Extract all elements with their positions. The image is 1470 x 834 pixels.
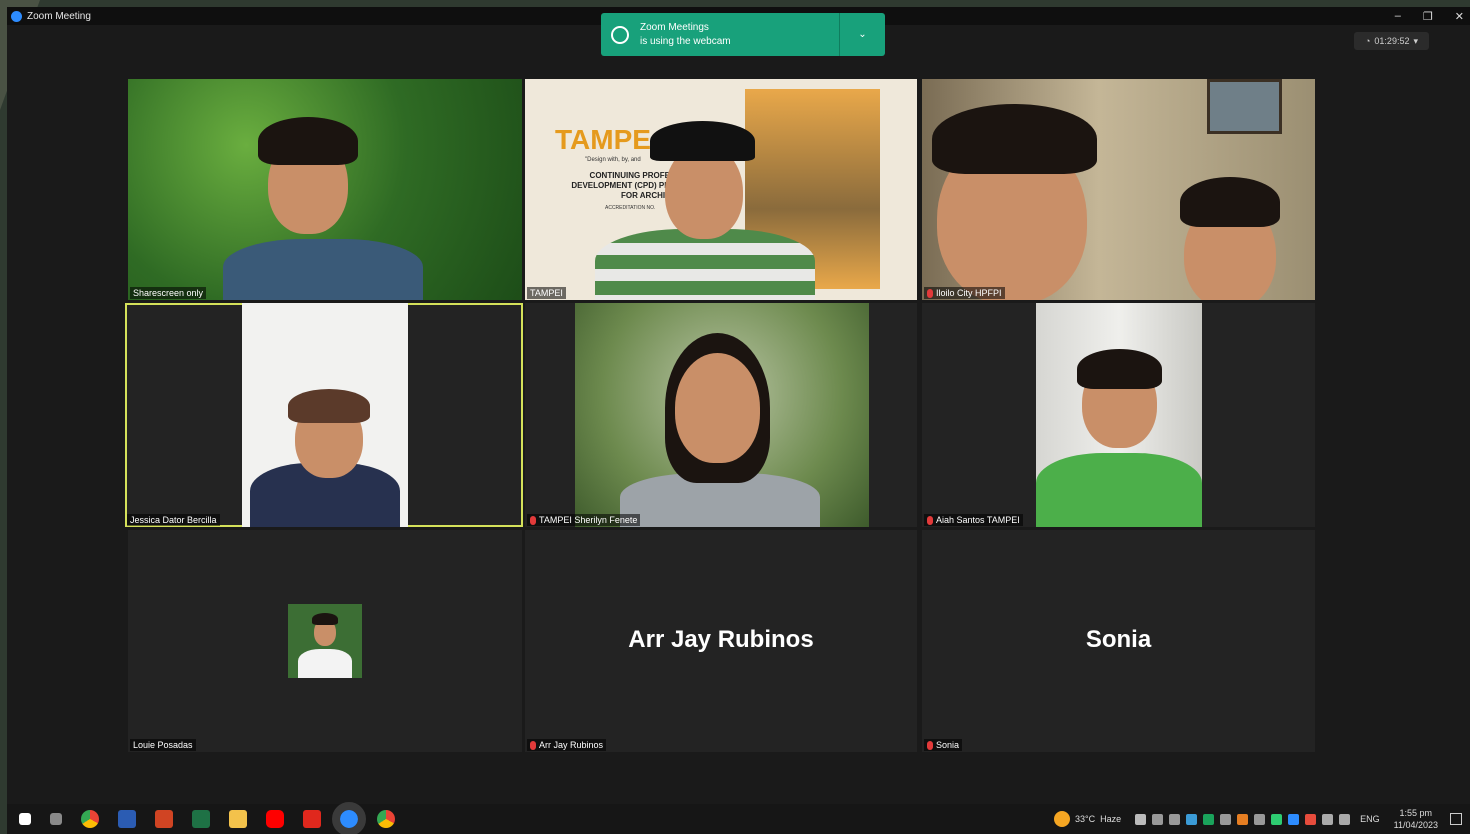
slide-accreditation: ACCREDITATION NO.: [605, 205, 656, 211]
haze-sun-icon: [1053, 811, 1070, 827]
desktop-background: Zoom Meeting – ❐ ✕ Zoom Meetings is usin…: [0, 0, 1470, 834]
video-tile-arr-jay[interactable]: Arr Jay Rubinos Arr Jay Rubinos: [525, 530, 917, 752]
clock-date: 11/04/2023: [1393, 820, 1438, 830]
profile-picture: [288, 604, 362, 678]
participant-name-label: Aiah Santos TAMPEI: [924, 514, 1023, 526]
muted-mic-icon: [530, 740, 536, 750]
video-tile-sonia[interactable]: Sonia Sonia: [922, 530, 1315, 752]
chevron-down-icon[interactable]: ⌄: [840, 29, 885, 40]
timer-value: 01:29:52: [1374, 36, 1410, 46]
minimize-button[interactable]: –: [1395, 10, 1401, 22]
participant-name-label: Louie Posadas: [130, 739, 196, 751]
participant-display-name: Sonia: [1085, 626, 1152, 653]
video-tile-sherilyn[interactable]: TAMPEI Sherilyn Fenete: [525, 303, 917, 527]
close-button[interactable]: ✕: [1455, 10, 1464, 23]
participant-name-label: Sharescreen only: [130, 287, 207, 299]
participant-name-label: TAMPEI: [527, 287, 566, 299]
powerpoint-icon[interactable]: [155, 810, 173, 828]
slide-tagline: "Design with, by, and: [585, 157, 641, 163]
microphone-icon[interactable]: [1322, 813, 1334, 825]
webcam-notification[interactable]: Zoom Meetings is using the webcam ⌄: [601, 13, 885, 56]
chevron-up-icon[interactable]: [1135, 813, 1147, 825]
chrome-icon[interactable]: [81, 810, 99, 828]
notification-text: Zoom Meetings is using the webcam: [640, 21, 839, 49]
slide-body: CONTINUING PROFE DEVELOPMENT (CPD) PR FO…: [571, 171, 670, 200]
meeting-timer[interactable]: ◔ 01:29:52 ▾: [1354, 32, 1429, 50]
youtube-icon[interactable]: [266, 810, 284, 828]
participant-face: [675, 353, 760, 463]
participant-name-label: Iloilo City HPFPI: [924, 287, 1005, 299]
word-icon[interactable]: [118, 810, 136, 828]
participant-display-name: Arr Jay Rubinos: [628, 626, 814, 653]
language-indicator[interactable]: ENG: [1360, 814, 1380, 824]
weather-widget[interactable]: 33°C Haze: [1053, 811, 1122, 827]
webcam-icon: [611, 25, 629, 44]
tray-icons: [1135, 813, 1351, 825]
weather-description: Haze: [1100, 814, 1122, 824]
participant-name-label: Sonia: [924, 739, 963, 751]
speaker-icon[interactable]: [1152, 813, 1164, 825]
window-title: Zoom Meeting: [27, 10, 91, 22]
chrome-profile-icon[interactable]: [377, 810, 395, 828]
video-tile-tampei[interactable]: TAMPE "Design with, by, and CONTINUING P…: [525, 79, 917, 300]
participant-name-label: TAMPEI Sherilyn Fenete: [527, 514, 641, 526]
window-controls: – ❐ ✕: [1395, 7, 1464, 25]
participant-name-label: Jessica Dator Bercilla: [127, 514, 220, 526]
acrobat-icon[interactable]: [303, 810, 321, 828]
slide-logo: TAMPE: [555, 124, 651, 155]
zoom-tray-icon[interactable]: [1288, 813, 1300, 825]
notification-title: Zoom Meetings: [640, 21, 709, 33]
weather-temperature: 33°C: [1074, 814, 1096, 824]
muted-mic-icon: [927, 288, 933, 298]
windows-taskbar: 33°C Haze ENG 1:55 pm 11/04/2023: [7, 802, 1470, 834]
notification-message: is using the webcam: [640, 35, 731, 47]
zoom-icon[interactable]: [332, 802, 366, 834]
display-icon[interactable]: [1339, 813, 1351, 825]
security-icon[interactable]: [1203, 813, 1215, 825]
wall-picture: [1207, 79, 1282, 134]
muted-mic-icon: [927, 740, 933, 750]
video-tile-sharescreen[interactable]: Sharescreen only: [128, 79, 522, 300]
muted-mic-icon: [927, 515, 933, 525]
clock-time: 1:55 pm: [1399, 808, 1433, 818]
muted-mic-icon: [530, 515, 536, 525]
bluetooth-icon[interactable]: [1220, 813, 1232, 825]
video-tile-iloilo[interactable]: Iloilo City HPFPI: [922, 79, 1315, 300]
excel-icon[interactable]: [192, 810, 210, 828]
video-tile-louie[interactable]: Louie Posadas: [128, 530, 522, 752]
system-clock[interactable]: 1:55 pm 11/04/2023: [1394, 807, 1438, 831]
cap: [650, 121, 755, 161]
video-tile-jessica[interactable]: Jessica Dator Bercilla: [125, 303, 523, 527]
network-icon[interactable]: [1169, 813, 1181, 825]
file-explorer-icon[interactable]: [229, 810, 247, 828]
windows-start-icon[interactable]: [19, 813, 31, 825]
zoom-window: Zoom Meeting – ❐ ✕ Zoom Meetings is usin…: [7, 7, 1470, 804]
app-tray-icon[interactable]: [1237, 813, 1249, 825]
shield-icon: ◔: [1364, 36, 1371, 46]
notification-app-icon[interactable]: [1305, 813, 1317, 825]
onedrive-icon[interactable]: [1186, 813, 1198, 825]
notification-center-icon[interactable]: [1450, 813, 1462, 825]
participant-name-label: Arr Jay Rubinos: [527, 739, 607, 751]
timer-dropdown-icon[interactable]: ▾: [1413, 36, 1418, 47]
usb-icon[interactable]: [1254, 813, 1266, 825]
nvidia-icon[interactable]: [1271, 813, 1283, 825]
restore-button[interactable]: ❐: [1423, 10, 1433, 23]
system-tray: 33°C Haze ENG 1:55 pm 11/04/2023: [1053, 804, 1470, 834]
task-view-icon[interactable]: [50, 813, 62, 825]
video-tile-aiah[interactable]: Aiah Santos TAMPEI: [922, 303, 1315, 527]
zoom-logo-icon: [11, 10, 22, 22]
